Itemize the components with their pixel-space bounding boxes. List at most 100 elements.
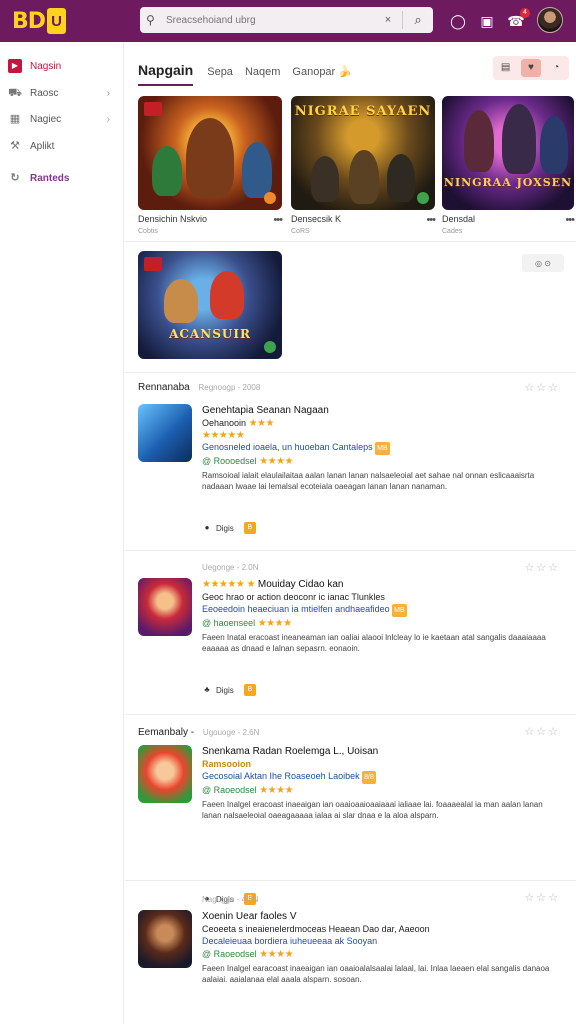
rating-stars: ★★★ — [248, 418, 275, 429]
filter-chip[interactable]: ◎ ⊙ — [522, 254, 564, 272]
item-link-text: Genosneled ioaela, un huoeban Cantaleps — [202, 442, 373, 452]
game-thumbnail: NIGRAE SAYAEN — [291, 96, 435, 210]
club-icon: ♣ — [204, 685, 210, 694]
character-figure — [210, 271, 244, 319]
list-item-body: Genehtapia Seanan Nagaan Oehanooin ★★★ ★… — [202, 404, 562, 492]
chevron-right-icon: › — [106, 87, 110, 99]
video-icon: ▶ — [8, 59, 22, 73]
sidebar-item-label: Nagiec — [30, 113, 62, 125]
list-view-icon[interactable]: ▤ — [496, 59, 516, 77]
item-link-text: Eeoeedoin heaeciuan ia mtielfen andhaeaf… — [202, 604, 390, 614]
refresh-icon: ↻ — [10, 172, 20, 184]
logo-badge: U — [47, 8, 66, 34]
developer-name: @ Roooedsel — [202, 456, 257, 466]
item-link[interactable]: Gecosoial Aktan Ihe Roaseoeh Laoibek 8/8 — [202, 770, 562, 784]
section-divider — [125, 372, 576, 373]
chip-label: Digis — [216, 523, 234, 533]
rate-icons[interactable]: ☆☆☆ — [524, 725, 560, 738]
list-item-body: ★★★★★ ★ Mouiday Cidao kan Geoc hrao or a… — [202, 578, 562, 654]
item-title: ★★★★★ ★ Mouiday Cidao kan — [202, 578, 562, 591]
app-icon — [138, 910, 192, 968]
badge-icon — [144, 102, 162, 116]
tab-sepa[interactable]: Sepa — [207, 66, 233, 86]
game-card[interactable]: NINGRAA JOXSEN Densdal ••• Cades — [442, 96, 575, 235]
item-link[interactable]: Eeoeedoin heaeciuan ia mtielfen andhaeaf… — [202, 603, 562, 617]
badge-icon — [144, 257, 162, 271]
app-logo[interactable]: BD U — [12, 5, 66, 37]
rate-icons[interactable]: ☆☆☆ — [524, 381, 560, 394]
top-bar: BD U ⚲ × ⌕ ◯ ▣ ☎ 4 — [0, 0, 576, 42]
sidebar-item-nagsin[interactable]: ▶ Nagsin — [8, 56, 118, 76]
rate-icons[interactable]: ☆☆☆ — [524, 891, 560, 904]
platform-mark-icon — [264, 341, 276, 353]
search-submit-button[interactable]: ⌕ — [409, 12, 427, 28]
sidebar-item-aplikt[interactable]: ⚒ Aplikt — [8, 136, 118, 156]
rating-stars: ★★★★ — [259, 785, 294, 796]
sidebar-item-raosc[interactable]: ⛟ Raosc › — [8, 83, 118, 103]
favorites-icon[interactable]: ♥ — [520, 59, 541, 77]
tab-naqem[interactable]: Naqem — [245, 66, 280, 86]
platform-mark-icon — [417, 192, 429, 204]
item-description: Ramsoioal ialait elaulailaitaa aalan lan… — [202, 471, 535, 491]
sidebar-item-ranteds[interactable]: ↻ Ranteds — [8, 168, 118, 188]
car-icon: ⛟ — [8, 87, 22, 99]
game-card[interactable]: NIGRAE SAYAEN Densecsik K ••• CoRS — [291, 96, 436, 235]
item-title: Xoenin Uear faoles V — [202, 910, 562, 923]
more-options-icon[interactable]: ••• — [273, 214, 283, 226]
section-meta: Uegonge - 2.0N — [202, 563, 259, 572]
tab-ganopar[interactable]: Ganopar 🍌 — [292, 65, 352, 86]
clear-search-button[interactable]: × — [380, 14, 396, 26]
tab-napgain[interactable]: Napgain — [138, 62, 194, 86]
card-title: Densdal — [442, 214, 476, 224]
section-title: Eemanbaly - — [138, 727, 195, 738]
section-heading: Rennanaba Regnoogp - 2008 — [138, 382, 260, 393]
rate-icons[interactable]: ☆☆☆ — [524, 561, 560, 574]
search-bar: ⚲ × ⌕ — [140, 7, 433, 33]
avatar[interactable] — [537, 7, 563, 33]
thumbnail-headline: NINGRAA JOXSEN — [443, 176, 573, 189]
sidebar-item-label: Ranteds — [30, 172, 70, 184]
section-heading: Uegonge - 2.0N — [138, 562, 258, 573]
more-options-icon[interactable]: ••• — [565, 214, 575, 226]
item-link[interactable]: Genosneled ioaela, un huoeban Cantaleps … — [202, 441, 562, 455]
chip-label: Digis — [216, 685, 234, 695]
item-subtitle: Oehanooin ★★★ — [202, 417, 562, 430]
soldier-figure — [311, 156, 339, 202]
item-description: Faeen Inalgel earacoast inaeaigan ian oa… — [202, 964, 550, 984]
card-title: Densecsik K — [291, 214, 342, 224]
chart-view-icon[interactable]: ◔ — [546, 59, 566, 77]
platform-mark-icon — [264, 192, 276, 204]
tab-label: Ganopar — [292, 66, 336, 78]
developer-name: @ Raoeodsel — [202, 949, 257, 959]
item-subtitle-text: Oehanooin — [202, 418, 247, 428]
item-title-text: Xoenin Uear faoles — [202, 911, 288, 922]
item-link-text: Gecosoial Aktan Ihe Roaseoeh Laoibek — [202, 771, 360, 781]
bell-icon[interactable]: ☎ 4 — [506, 8, 530, 31]
grid-icon[interactable]: ▣ — [477, 11, 497, 31]
item-description: Faeen Inatal eracoast ineaneaman ian oal… — [202, 633, 546, 653]
item-title-suffix: V — [289, 911, 297, 922]
item-description: Faeen Inalgel eracoast inaeaigan ian oaa… — [202, 800, 543, 820]
thumbnail-headline: NIGRAE SAYAEN — [294, 104, 432, 119]
item-developer: @ haoenseel ★★★★ — [202, 617, 562, 630]
section-meta: Ugouoge - 2.6N — [202, 728, 260, 737]
rating-stars: ★★★★ — [259, 949, 294, 960]
sidebar: ▶ Nagsin ⛟ Raosc › ▦ Nagiec › ⚒ Aplikt ↻… — [0, 42, 124, 1024]
tag-icon: B — [243, 684, 256, 696]
game-thumbnail — [138, 96, 282, 210]
item-chip-row[interactable]: ● Digis B — [202, 522, 256, 534]
card-title-row: Densichin Nskvio ••• — [138, 214, 283, 226]
item-link[interactable]: Decaleieuaa bordiera iuheueeaa ak Sooyan — [202, 935, 562, 948]
more-options-icon[interactable]: ••• — [426, 214, 436, 226]
card-title: Densichin Nskvio — [138, 214, 208, 224]
item-developer: @ Roooedsel ★★★★ — [202, 455, 562, 468]
game-card[interactable]: Densichin Nskvio ••• Cobtis — [138, 96, 283, 235]
list-item-body: Xoenin Uear faoles V Ceoeeta s ineaienel… — [202, 910, 562, 985]
sidebar-item-nagiec[interactable]: ▦ Nagiec › — [8, 109, 118, 129]
search-input[interactable] — [166, 14, 380, 26]
chevron-right-icon: › — [106, 113, 110, 125]
game-thumbnail: ACANSUIR — [138, 251, 282, 359]
game-card[interactable]: ACANSUIR — [138, 251, 282, 359]
chat-icon[interactable]: ◯ — [448, 11, 468, 31]
item-chip-row[interactable]: ♣ Digis B — [202, 684, 256, 696]
